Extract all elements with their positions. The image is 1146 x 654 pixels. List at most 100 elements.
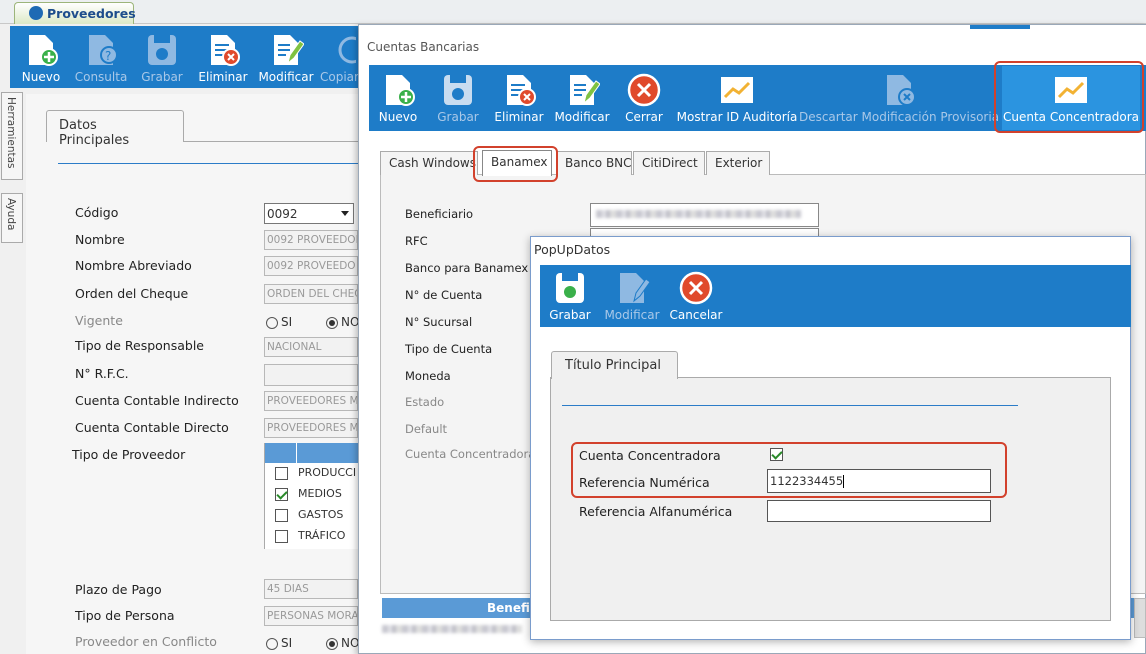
estado-label: Estado bbox=[405, 395, 445, 409]
cancel-circle-icon bbox=[678, 271, 714, 305]
tipo-responsable-field[interactable]: NACIONAL bbox=[264, 337, 358, 357]
cuentas-window-title: Cuentas Bancarias bbox=[367, 40, 480, 54]
plazo-pago-label: Plazo de Pago bbox=[75, 582, 162, 597]
cuentas-cerrar-button[interactable]: Cerrar bbox=[620, 68, 668, 130]
new-document-icon bbox=[23, 33, 59, 67]
tab-titulo-principal[interactable]: Título Principal bbox=[551, 351, 678, 379]
nuevo-button[interactable]: Nuevo bbox=[18, 28, 64, 90]
codigo-select[interactable]: 0092 bbox=[264, 203, 354, 224]
popup-body bbox=[550, 377, 1111, 621]
save-disk-icon bbox=[144, 33, 180, 67]
tipo-row[interactable]: GASTOS bbox=[265, 505, 360, 526]
cuenta-label: N° de Cuenta bbox=[405, 288, 483, 302]
popup-title: PopUpDatos bbox=[534, 242, 611, 257]
popup-divider bbox=[562, 405, 1018, 406]
cuenta-directo-label: Cuenta Contable Directo bbox=[75, 420, 229, 435]
nombre-abreviado-label: Nombre Abreviado bbox=[75, 258, 192, 273]
beneficiario-label: Beneficiario bbox=[405, 207, 474, 221]
discard-document-icon bbox=[881, 73, 917, 107]
copiar-button[interactable]: Copiar bbox=[320, 28, 358, 90]
referencia-alfanumerica-label: Referencia Alfanumérica bbox=[579, 504, 733, 519]
grid-scrollbar[interactable] bbox=[1134, 598, 1146, 638]
grid-header bbox=[265, 443, 360, 463]
referencia-alfanumerica-input[interactable] bbox=[767, 500, 991, 522]
orden-cheque-label: Orden del Cheque bbox=[75, 286, 189, 301]
cuenta-indirecto-label: Cuenta Contable Indirecto bbox=[75, 393, 239, 408]
codigo-label: Código bbox=[75, 205, 119, 220]
proveedor-conflicto-label: Proveedor en Conflicto bbox=[75, 634, 217, 649]
tab-citidirect[interactable]: CitiDirect bbox=[633, 151, 705, 175]
chart-trend-icon bbox=[719, 73, 755, 107]
highlight-cuenta-concentradora-button bbox=[994, 61, 1144, 133]
tab-proveedores[interactable]: Proveedores bbox=[14, 2, 136, 24]
save-disk-icon bbox=[552, 271, 588, 305]
grabar-button[interactable]: Grabar bbox=[140, 28, 184, 90]
blurred-value bbox=[596, 210, 801, 218]
descartar-button[interactable]: Descartar Modificación Provisoria bbox=[799, 68, 999, 130]
eliminar-button[interactable]: Eliminar bbox=[198, 28, 248, 90]
orden-cheque-field[interactable]: ORDEN DEL CHEQ bbox=[264, 284, 358, 304]
mostrar-auditoria-button[interactable]: Mostrar ID Auditoría bbox=[677, 68, 797, 130]
cuenta-directo-field[interactable]: PROVEEDORES M bbox=[264, 418, 358, 438]
nombre-label: Nombre bbox=[75, 232, 125, 247]
svg-text:?: ? bbox=[105, 49, 111, 63]
popup-grabar-button[interactable]: Grabar bbox=[547, 266, 593, 328]
app-icon bbox=[29, 6, 43, 20]
close-circle-icon bbox=[626, 73, 662, 107]
cuenta-concentradora-label: Cuenta Concentradora bbox=[405, 447, 536, 461]
default-label: Default bbox=[405, 422, 448, 436]
rfc-label: N° R.F.C. bbox=[75, 366, 129, 381]
side-tab-ayuda[interactable]: Ayuda bbox=[1, 193, 23, 243]
delete-document-icon bbox=[501, 73, 537, 107]
tipo-proveedor-label: Tipo de Proveedor bbox=[72, 447, 186, 462]
vigente-no-radio[interactable]: NO bbox=[326, 315, 359, 329]
divider bbox=[58, 163, 360, 164]
edit-pencil-icon bbox=[614, 271, 651, 305]
main-top-strip bbox=[0, 0, 1146, 24]
tipo-row[interactable]: MEDIOS bbox=[265, 484, 360, 505]
tipo-responsable-label: Tipo de Responsable bbox=[75, 338, 204, 353]
rfc-label: RFC bbox=[405, 234, 428, 248]
cuenta-indirecto-field[interactable]: PROVEEDORES M bbox=[264, 391, 358, 411]
copy-icon bbox=[320, 33, 358, 67]
highlight-banamex-tab bbox=[473, 146, 558, 182]
tipo-persona-label: Tipo de Persona bbox=[75, 608, 175, 623]
popup-cancelar-button[interactable]: Cancelar bbox=[668, 266, 724, 328]
cuentas-eliminar-button[interactable]: Eliminar bbox=[494, 68, 544, 130]
cuentas-modificar-button[interactable]: Modificar bbox=[554, 68, 610, 130]
chevron-down-icon bbox=[341, 211, 349, 216]
tipo-row[interactable]: PRODUCCI bbox=[265, 463, 360, 484]
edit-pencil-icon bbox=[268, 33, 305, 67]
cuentas-nuevo-button[interactable]: Nuevo bbox=[376, 68, 420, 130]
delete-document-icon bbox=[205, 33, 241, 67]
plazo-pago-field[interactable]: 45 DIAS bbox=[264, 579, 358, 599]
tipo-proveedor-grid: PRODUCCI MEDIOS GASTOS TRÁFICO bbox=[264, 443, 360, 549]
tab-banco-bnc[interactable]: Banco BNC bbox=[556, 151, 632, 175]
edit-pencil-icon bbox=[564, 73, 601, 107]
conflicto-no-radio[interactable]: NO bbox=[326, 636, 359, 650]
cuentas-grabar-button[interactable]: Grabar bbox=[436, 68, 480, 130]
tipo-row[interactable]: TRÁFICO bbox=[265, 526, 360, 547]
banco-label: Banco para Banamex bbox=[405, 261, 529, 275]
tab-datos-principales[interactable]: Datos Principales bbox=[46, 110, 184, 148]
side-tab-herramientas[interactable]: Herramientas bbox=[1, 92, 23, 180]
conflicto-si-radio[interactable]: SI bbox=[266, 636, 292, 650]
vigente-si-radio[interactable]: SI bbox=[266, 315, 292, 329]
nombre-abreviado-field[interactable]: 0092 PROVEEDO bbox=[264, 256, 358, 276]
sucursal-label: N° Sucursal bbox=[405, 315, 473, 329]
tipo-cuenta-label: Tipo de Cuenta bbox=[405, 342, 493, 356]
title-accent bbox=[970, 25, 1030, 29]
modificar-button[interactable]: Modificar bbox=[258, 28, 314, 90]
tab-cash-windows[interactable]: Cash Windows bbox=[380, 151, 478, 175]
tipo-persona-field[interactable]: PERSONAS MORA bbox=[264, 606, 358, 626]
query-icon: ? bbox=[83, 33, 119, 67]
save-disk-icon bbox=[440, 73, 476, 107]
new-document-icon bbox=[380, 73, 416, 107]
rfc-field[interactable] bbox=[264, 364, 358, 386]
tab-baseline bbox=[184, 141, 360, 142]
nombre-field[interactable]: 0092 PROVEEDOR bbox=[264, 230, 358, 250]
vigente-label: Vigente bbox=[75, 313, 123, 328]
popup-modificar-button[interactable]: Modificar bbox=[604, 266, 660, 328]
tab-exterior[interactable]: Exterior bbox=[706, 151, 770, 175]
consulta-button[interactable]: ? Consulta bbox=[75, 28, 127, 90]
